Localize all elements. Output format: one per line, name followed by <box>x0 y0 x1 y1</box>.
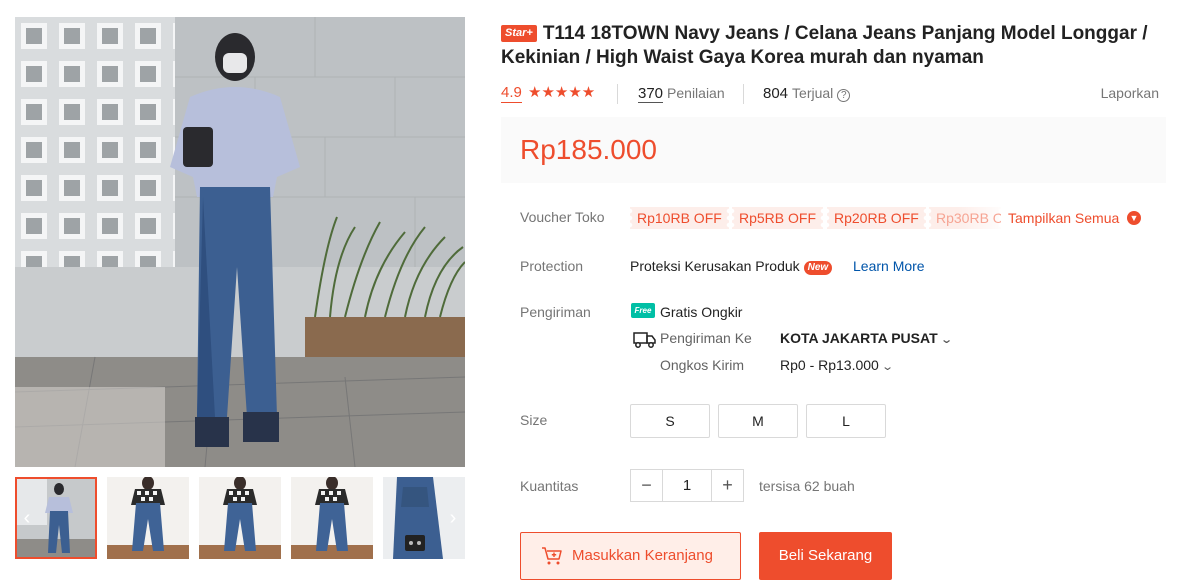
voucher-chip[interactable]: Rp5RB OFF <box>732 207 824 229</box>
sold-count-label: Terjual <box>792 85 834 101</box>
learn-more-link[interactable]: Learn More <box>853 256 925 276</box>
thumbnail-4[interactable] <box>291 477 373 559</box>
thumbnail-photo <box>199 477 281 559</box>
quantity-stepper: − + <box>630 469 744 502</box>
voucher-chip[interactable]: Rp10RB OFF <box>630 207 729 229</box>
review-count-label: Penilaian <box>667 85 725 101</box>
thumbnail-strip: ‹ › <box>15 477 465 559</box>
chevron-down-icon[interactable]: ▼ <box>1127 211 1141 225</box>
size-option-s[interactable]: S <box>630 404 710 438</box>
shipping-destination-value: KOTA JAKARTA PUSAT <box>780 330 938 346</box>
add-to-cart-label: Masukkan Keranjang <box>572 547 713 564</box>
protection-label: Protection <box>520 258 584 274</box>
size-option-l[interactable]: L <box>806 404 886 438</box>
thumbnail-photo <box>291 477 373 559</box>
voucher-chip[interactable]: Rp20RB OFF <box>827 207 926 229</box>
thumbnail-photo <box>107 477 189 559</box>
review-count-number: 370 <box>638 85 664 103</box>
thumbnail-2[interactable] <box>107 477 189 559</box>
chevron-down-icon: ⌄ <box>881 361 894 373</box>
protection-text: Proteksi Kerusakan Produk New <box>630 256 833 276</box>
quantity-decrease-button[interactable]: − <box>631 470 663 501</box>
main-product-image[interactable] <box>15 17 465 467</box>
rating-row: 4.9 ★★★★★ 370 Penilaian 804 Terjual? Lapor… <box>501 82 1161 104</box>
voucher-chip[interactable]: Rp30RB OFF <box>929 207 1001 229</box>
free-shipping-icon: Free <box>631 303 655 318</box>
shipping-cost-value: Rp0 - Rp13.000 <box>780 357 879 373</box>
cart-plus-icon <box>542 547 562 565</box>
truck-icon <box>633 332 656 348</box>
rating-score[interactable]: 4.9 <box>501 82 522 103</box>
product-title-text: T114 18TOWN Navy Jeans / Celana Jeans Pa… <box>501 23 1148 68</box>
review-count[interactable]: 370 Penilaian <box>638 82 725 105</box>
chevron-down-icon: ⌄ <box>939 334 953 346</box>
quantity-input[interactable] <box>663 470 711 501</box>
report-link[interactable]: Laporkan <box>1101 82 1159 104</box>
size-label: Size <box>520 412 548 428</box>
prev-image-arrow-icon[interactable]: ‹ <box>17 506 37 530</box>
next-image-arrow-icon[interactable]: › <box>443 506 463 530</box>
divider <box>617 84 618 104</box>
thumbnail-3[interactable] <box>199 477 281 559</box>
new-badge: New <box>803 261 833 275</box>
free-shipping-text: Gratis Ongkir <box>660 304 743 320</box>
product-price: Rp185.000 <box>520 134 658 165</box>
price-section: Rp185.000 <box>501 117 1166 183</box>
quantity-label: Kuantitas <box>520 478 579 494</box>
shipping-label: Pengiriman <box>520 304 591 320</box>
product-photo <box>15 17 465 467</box>
protection-text-label: Proteksi Kerusakan Produk <box>630 258 800 274</box>
shipping-cost-select[interactable]: Rp0 - Rp13.000 ⌄ <box>780 355 894 377</box>
product-title: Star+ T114 18TOWN Navy Jeans / Celana Jea… <box>501 22 1171 70</box>
star-plus-badge: Star+ <box>501 25 537 42</box>
add-to-cart-button[interactable]: Masukkan Keranjang <box>520 532 741 580</box>
help-icon[interactable]: ? <box>837 89 851 102</box>
show-all-vouchers-link[interactable]: Tampilkan Semua <box>1006 207 1120 229</box>
size-option-m[interactable]: M <box>718 404 798 438</box>
voucher-label: Voucher Toko <box>520 209 605 225</box>
rating-stars-icon: ★★★★★ <box>528 84 596 101</box>
divider <box>743 84 744 104</box>
shipping-cost-label: Ongkos Kirim <box>660 357 745 373</box>
shipping-to-label: Pengiriman Ke <box>660 330 752 346</box>
sold-count-number: 804 <box>763 85 789 102</box>
quantity-increase-button[interactable]: + <box>711 470 743 501</box>
stock-remaining: tersisa 62 buah <box>759 478 855 494</box>
buy-now-button[interactable]: Beli Sekarang <box>759 532 892 580</box>
sold-count: 804 Terjual? <box>763 82 851 105</box>
shipping-destination-select[interactable]: KOTA JAKARTA PUSAT ⌄ <box>780 328 953 350</box>
